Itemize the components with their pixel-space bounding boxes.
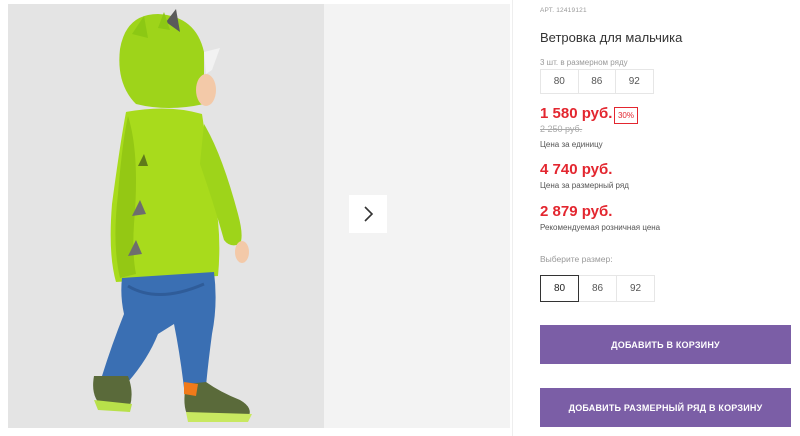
size-set-label: 3 шт. в размерном ряду <box>540 58 628 67</box>
product-photo[interactable] <box>8 4 324 428</box>
next-image-button[interactable] <box>349 195 387 233</box>
unit-price: 1 580 руб. <box>540 105 613 122</box>
retail-price-caption: Рекомендуемая розничная цена <box>540 223 661 232</box>
size-option-80[interactable]: 80 <box>540 275 579 302</box>
product-title: Ветровка для мальчика <box>540 30 683 45</box>
add-size-set-to-cart-button[interactable]: ДОБАВИТЬ РАЗМЕРНЫЙ РЯД В КОРЗИНУ <box>540 388 791 427</box>
set-price: 4 740 руб. <box>540 161 613 178</box>
size-option-92[interactable]: 92 <box>616 275 655 302</box>
set-price-caption: Цена за размерный ряд <box>540 181 629 190</box>
product-gallery <box>0 0 510 436</box>
unit-price-caption: Цена за единицу <box>540 140 603 149</box>
size-selector: 80 86 92 <box>540 275 655 302</box>
retail-price: 2 879 руб. <box>540 203 613 220</box>
add-to-cart-button[interactable]: ДОБАВИТЬ В КОРЗИНУ <box>540 325 791 364</box>
old-price: 2 250 руб. <box>540 124 583 134</box>
size-set-list: 80 86 92 <box>540 69 654 94</box>
discount-badge: 30% <box>614 107 638 124</box>
size-set-item: 92 <box>615 69 654 94</box>
size-set-item: 80 <box>540 69 579 94</box>
product-sku: АРТ. 12419121 <box>540 7 587 14</box>
size-option-86[interactable]: 86 <box>578 275 617 302</box>
chevron-right-icon <box>364 206 374 222</box>
choose-size-label: Выберите размер: <box>540 254 613 264</box>
product-photo-image <box>8 4 324 428</box>
column-divider <box>512 0 513 436</box>
size-set-item: 86 <box>577 69 616 94</box>
